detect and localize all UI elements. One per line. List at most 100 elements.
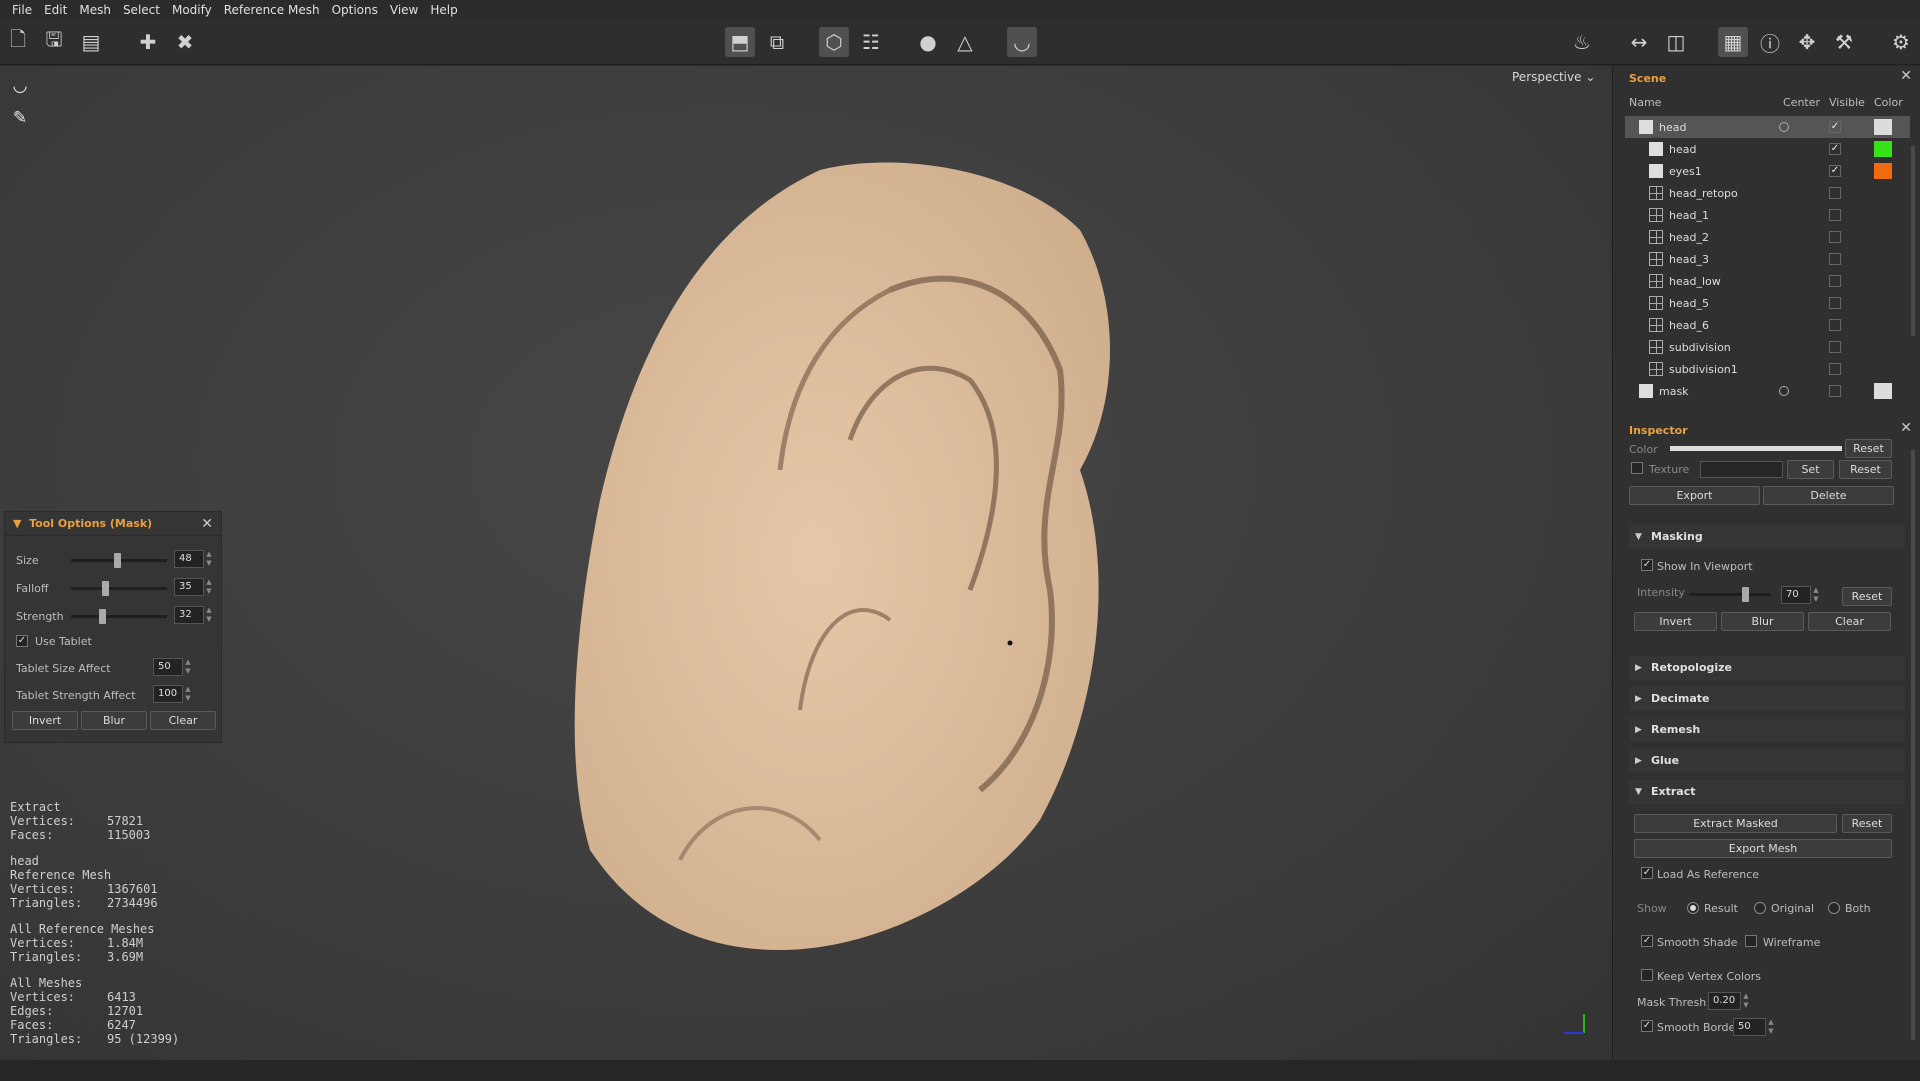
falloff-spinner[interactable]: ▲ ▼: [204, 578, 214, 596]
color-swatch[interactable]: [1874, 383, 1892, 399]
mask-thresh-input[interactable]: 0.20: [1708, 992, 1741, 1010]
symmetry-icon[interactable]: ↔: [1624, 27, 1654, 57]
intensity-input[interactable]: 70: [1781, 586, 1811, 604]
scene-row[interactable]: head_5: [1625, 292, 1910, 314]
intensity-spinner[interactable]: ▲ ▼: [1811, 586, 1821, 604]
tool-settings-icon[interactable]: ⚒: [1829, 27, 1859, 57]
visible-checkbox[interactable]: [1829, 363, 1841, 375]
column-name[interactable]: Name: [1629, 96, 1661, 109]
clear-button[interactable]: Clear: [150, 711, 216, 730]
visible-checkbox[interactable]: [1829, 275, 1841, 287]
visible-checkbox[interactable]: [1829, 253, 1841, 265]
visible-checkbox[interactable]: [1829, 385, 1841, 397]
pen-icon[interactable]: ◫: [1661, 27, 1691, 57]
close-icon[interactable]: ✕: [201, 516, 213, 532]
texture-field[interactable]: [1700, 461, 1783, 478]
scene-row[interactable]: head_3: [1625, 248, 1910, 270]
wireframe-checkbox[interactable]: [1745, 935, 1757, 947]
mask-blur-button[interactable]: Blur: [1721, 612, 1804, 631]
add-icon[interactable]: ✚: [133, 27, 163, 57]
menu-options[interactable]: Options: [326, 3, 384, 17]
color-swatch[interactable]: [1874, 119, 1892, 135]
scene-panel-icon[interactable]: ▦: [1718, 27, 1748, 57]
menu-select[interactable]: Select: [117, 3, 166, 17]
blur-button[interactable]: Blur: [81, 711, 147, 730]
retopologize-section-header[interactable]: ▶ Retopologize: [1629, 656, 1905, 680]
scene-scrollbar[interactable]: [1911, 146, 1915, 336]
scene-row[interactable]: mask: [1625, 380, 1910, 402]
remesh-section-header[interactable]: ▶ Remesh: [1629, 718, 1905, 742]
use-tablet-checkbox[interactable]: ✓: [16, 635, 28, 647]
scene-row[interactable]: head ✓: [1625, 116, 1910, 138]
column-color[interactable]: Color: [1874, 96, 1903, 109]
visible-checkbox[interactable]: [1829, 297, 1841, 309]
close-icon[interactable]: ✕: [1900, 68, 1912, 84]
color-swatch[interactable]: [1874, 163, 1892, 179]
intensity-slider[interactable]: [1689, 587, 1771, 602]
scene-row[interactable]: head ✓: [1625, 138, 1910, 160]
result-radio[interactable]: [1687, 902, 1699, 914]
new-file-icon[interactable]: 🗋: [3, 27, 33, 57]
column-center[interactable]: Center: [1783, 96, 1820, 109]
strength-slider[interactable]: [71, 609, 167, 624]
scene-row[interactable]: head_2: [1625, 226, 1910, 248]
original-radio[interactable]: [1754, 902, 1766, 914]
extract-masked-button[interactable]: Extract Masked: [1634, 814, 1837, 833]
tool-options-header[interactable]: ▼ Tool Options (Mask) ✕: [5, 512, 221, 536]
scene-row[interactable]: subdivision: [1625, 336, 1910, 358]
size-slider-knob[interactable]: [114, 553, 121, 568]
falloff-input[interactable]: 35: [174, 578, 204, 596]
scene-row[interactable]: eyes1 ✓: [1625, 160, 1910, 182]
visible-checkbox[interactable]: [1829, 231, 1841, 243]
menu-edit[interactable]: Edit: [38, 3, 73, 17]
menu-view[interactable]: View: [384, 3, 424, 17]
mask-tool-icon[interactable]: ◡: [6, 72, 34, 100]
smooth-border-spinner[interactable]: ▲ ▼: [1766, 1018, 1776, 1036]
gear-icon[interactable]: ⚙: [1886, 27, 1916, 57]
texture-reset-button[interactable]: Reset: [1839, 460, 1892, 479]
wireframe-icon[interactable]: △: [950, 27, 980, 57]
mask-icon[interactable]: ◡: [1007, 27, 1037, 57]
size-input[interactable]: 48: [174, 550, 204, 568]
size-slider[interactable]: [71, 553, 167, 568]
column-visible[interactable]: Visible: [1829, 96, 1865, 109]
masking-section-header[interactable]: ▼ Masking: [1629, 525, 1905, 549]
texture-set-button[interactable]: Set: [1787, 460, 1834, 479]
strength-spinner[interactable]: ▲ ▼: [204, 606, 214, 624]
visible-checkbox[interactable]: ✓: [1829, 165, 1841, 177]
open-icon[interactable]: ▤: [76, 27, 106, 57]
both-radio[interactable]: [1828, 902, 1840, 914]
save-icon[interactable]: 🖫: [39, 27, 69, 57]
falloff-slider-knob[interactable]: [102, 581, 109, 596]
frame-icon[interactable]: ⧉: [762, 27, 792, 57]
scene-row[interactable]: head_1: [1625, 204, 1910, 226]
strength-slider-knob[interactable]: [99, 609, 106, 624]
tablet-size-spinner[interactable]: ▲ ▼: [183, 658, 193, 676]
menu-reference-mesh[interactable]: Reference Mesh: [218, 3, 326, 17]
paint-icon[interactable]: ⬡: [819, 27, 849, 57]
strength-input[interactable]: 32: [174, 606, 204, 624]
mask-invert-button[interactable]: Invert: [1634, 612, 1717, 631]
tablet-strength-input[interactable]: 100: [153, 685, 183, 703]
visible-checkbox[interactable]: [1829, 187, 1841, 199]
size-spinner[interactable]: ▲ ▼: [204, 550, 214, 568]
visible-checkbox[interactable]: [1829, 341, 1841, 353]
visible-checkbox[interactable]: ✓: [1829, 143, 1841, 155]
front-view-icon[interactable]: ⬒: [725, 27, 755, 57]
smooth-shade-checkbox[interactable]: ✓: [1641, 935, 1653, 947]
close-icon[interactable]: ✕: [1900, 420, 1912, 436]
visible-checkbox[interactable]: [1829, 209, 1841, 221]
keep-vertex-colors-checkbox[interactable]: [1641, 969, 1653, 981]
pen-tool-icon[interactable]: ✎: [6, 104, 34, 132]
falloff-slider[interactable]: [71, 581, 167, 596]
sphere-icon[interactable]: ●: [913, 27, 943, 57]
info-icon[interactable]: ⓘ: [1755, 27, 1785, 57]
menu-file[interactable]: File: [6, 3, 38, 17]
visible-checkbox[interactable]: ✓: [1829, 121, 1841, 133]
delete-icon[interactable]: ✖: [170, 27, 200, 57]
load-as-reference-checkbox[interactable]: ✓: [1641, 867, 1653, 879]
menu-help[interactable]: Help: [424, 3, 463, 17]
tablet-size-input[interactable]: 50: [153, 658, 183, 676]
color-swatch[interactable]: [1670, 446, 1842, 451]
center-radio[interactable]: [1779, 386, 1789, 396]
